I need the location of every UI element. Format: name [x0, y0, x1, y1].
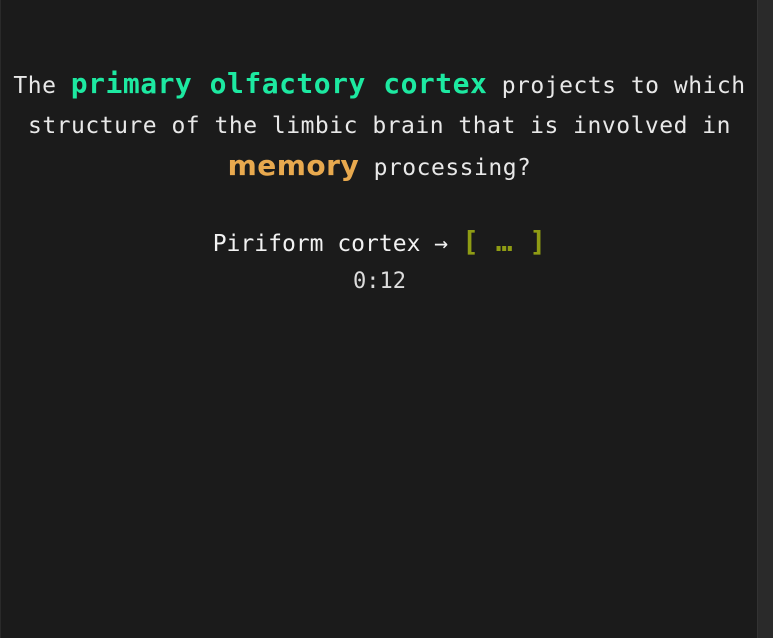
- keyword-highlight: primary olfactory cortex: [70, 67, 488, 100]
- flashcard: The primary olfactory cortex projects to…: [0, 0, 757, 638]
- emphasis-highlight: memory: [227, 149, 360, 182]
- question-part-1: The: [13, 73, 71, 99]
- question-part-3: processing?: [359, 155, 532, 181]
- answer-prefix: Piriform cortex: [212, 231, 421, 257]
- scrollbar[interactable]: [757, 0, 773, 638]
- arrow-icon: →: [434, 231, 449, 257]
- answer-line: Piriform cortex → [ … ]: [1, 222, 758, 264]
- question-text: The primary olfactory cortex projects to…: [11, 64, 748, 188]
- timer: 0:12: [353, 269, 406, 294]
- answer-blank[interactable]: [ … ]: [462, 225, 546, 258]
